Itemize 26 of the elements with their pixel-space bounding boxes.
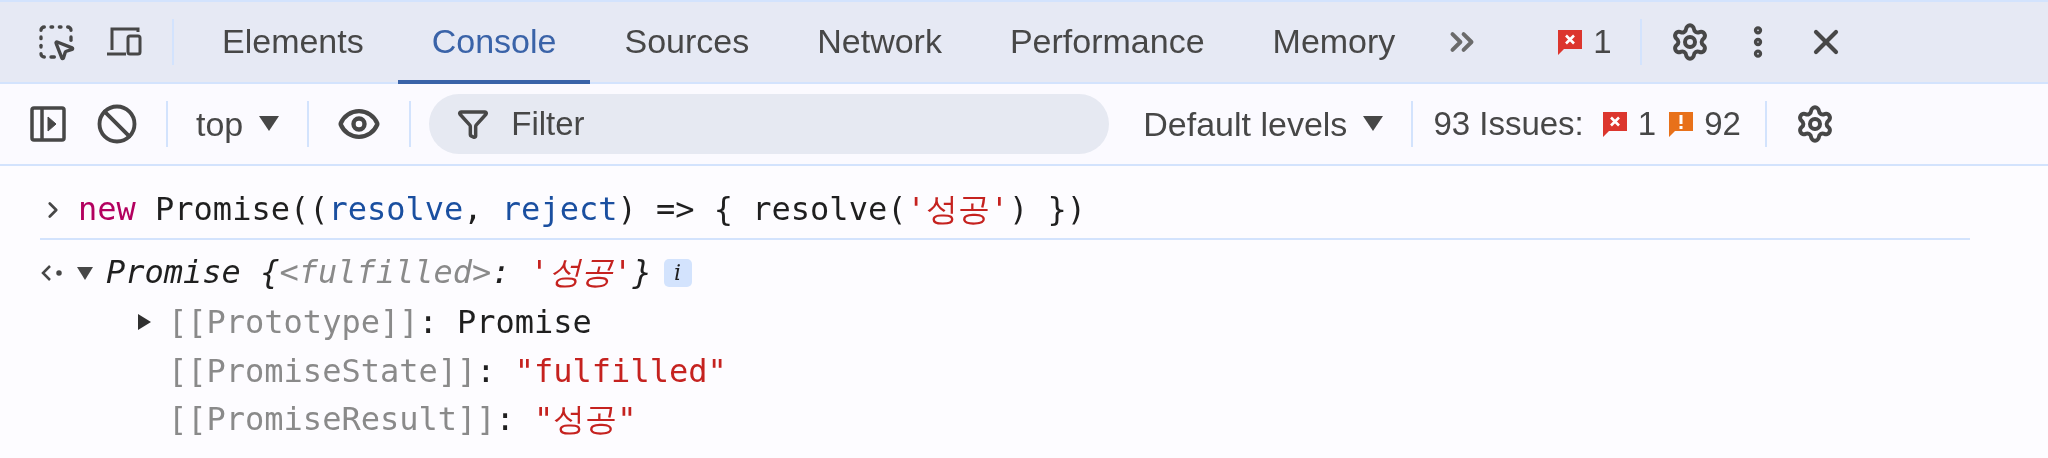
sidebar-toggle-icon[interactable]: [28, 104, 68, 144]
panel-tab[interactable]: Network: [783, 2, 976, 84]
context-selector[interactable]: top: [182, 104, 294, 144]
dropdown-caret-icon: [1363, 116, 1384, 132]
inspect-icon[interactable]: [36, 22, 76, 62]
clear-console-icon[interactable]: [96, 103, 138, 145]
panel-tab[interactable]: Elements: [188, 2, 398, 84]
object-preview[interactable]: Promise {<fulfilled>: '성공'}: [106, 250, 652, 295]
error-count: 1: [1593, 23, 1612, 61]
result-arrow-icon: [40, 262, 64, 283]
expand-arrow-icon[interactable]: [135, 312, 153, 331]
filter-field[interactable]: Filter: [429, 94, 1110, 154]
code-line: new Promise((resolve, reject) => { resolve('성공') }): [78, 189, 1086, 230]
panel-tab[interactable]: Sources: [590, 2, 784, 84]
filter-icon: [457, 108, 490, 140]
panel-tab[interactable]: Memory: [1238, 2, 1430, 84]
panel-tab[interactable]: Performance: [975, 2, 1239, 84]
dropdown-caret-icon: [259, 116, 280, 132]
issue-count: 92: [1704, 105, 1741, 143]
info-badge[interactable]: i: [663, 258, 692, 287]
log-levels-dropdown[interactable]: Default levels: [1129, 104, 1398, 144]
issues-label: 93 Issues:: [1433, 105, 1584, 143]
property-row[interactable]: [[Prototype]]: Promise: [168, 302, 592, 341]
property-row: [[PromiseState]]: "fulfilled": [168, 351, 727, 390]
issue-count: 1: [1637, 105, 1657, 143]
property-row-text: [[PromiseResult]]: "성공": [168, 398, 637, 440]
